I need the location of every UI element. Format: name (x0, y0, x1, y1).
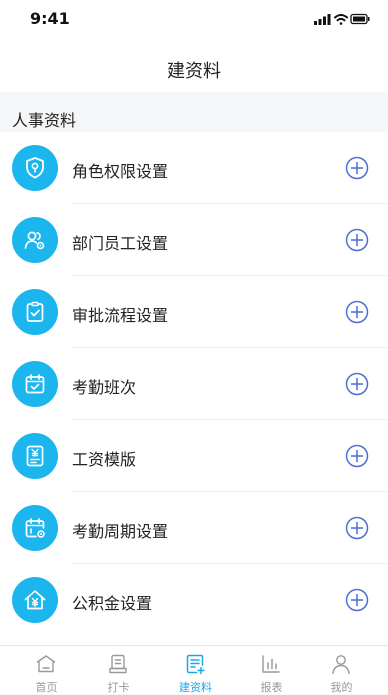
list-item-label: 审批流程设置 (72, 306, 169, 325)
status-icons (314, 12, 370, 26)
add-circle-icon[interactable] (345, 156, 369, 180)
page-title: 建资料 (167, 61, 221, 82)
list-item-label: 工资模版 (72, 450, 137, 469)
icon-badge (12, 217, 58, 263)
add-circle-icon[interactable] (345, 372, 369, 396)
tab-home[interactable]: 首页 (8, 646, 85, 695)
salary-doc-icon (26, 445, 44, 467)
section-title: 人事资料 (12, 111, 77, 130)
list-item-label: 考勤班次 (72, 378, 137, 397)
bar-chart-icon (262, 655, 280, 673)
person-icon (332, 655, 350, 675)
tab-reports[interactable]: 报表 (233, 646, 310, 695)
list-item-salary-template[interactable]: 工资模版 (0, 420, 388, 492)
add-circle-icon[interactable] (345, 300, 369, 324)
add-circle-icon[interactable] (345, 228, 369, 252)
list-item-label: 考勤周期设置 (72, 522, 169, 541)
wifi-icon (334, 14, 348, 25)
icon-badge (12, 505, 58, 551)
list-item-label: 角色权限设置 (72, 162, 169, 181)
house-yen-icon (24, 590, 46, 610)
list-item-attendance-shift[interactable]: 考勤班次 (0, 348, 388, 420)
nav-bar: 建资料 (0, 40, 388, 92)
tab-label: 打卡 (107, 681, 130, 694)
settings-list: 角色权限设置 部门员工设置 审批流程设置 考勤班次 工资模版 考勤周期设置 公积… (0, 132, 388, 645)
calendar-check-icon (25, 374, 45, 394)
tab-label: 报表 (260, 681, 283, 694)
list-item-attendance-period[interactable]: 考勤周期设置 (0, 492, 388, 564)
list-item-role-permissions[interactable]: 角色权限设置 (0, 132, 388, 204)
document-add-icon (186, 654, 205, 675)
list-item-label: 公积金设置 (72, 594, 153, 613)
tab-label: 建资料 (179, 681, 212, 694)
status-bar: 9:41 (0, 0, 388, 40)
icon-badge (12, 433, 58, 479)
section-header: 人事资料 (0, 92, 388, 132)
clipboard-check-icon (26, 301, 44, 322)
tab-create-data[interactable]: 建资料 (157, 646, 234, 695)
add-circle-icon[interactable] (345, 444, 369, 468)
battery-icon (350, 13, 370, 25)
icon-badge (12, 289, 58, 335)
calendar-gear-icon (25, 518, 45, 538)
list-item-approval-flow[interactable]: 审批流程设置 (0, 276, 388, 348)
tab-punch[interactable]: 打卡 (80, 646, 157, 695)
punch-card-icon (109, 654, 127, 674)
icon-badge (12, 577, 58, 623)
tab-bar: 首页 打卡 建资料 报表 我的 (0, 645, 388, 694)
icon-badge (12, 145, 58, 191)
icon-badge (12, 361, 58, 407)
tab-label: 我的 (330, 681, 353, 694)
add-circle-icon[interactable] (345, 516, 369, 540)
status-time: 9:41 (30, 9, 70, 28)
list-item-housing-fund[interactable]: 公积金设置 (0, 564, 388, 636)
list-item-department-staff[interactable]: 部门员工设置 (0, 204, 388, 276)
list-item-label: 部门员工设置 (72, 234, 169, 253)
add-circle-icon[interactable] (345, 588, 369, 612)
tab-profile[interactable]: 我的 (303, 646, 380, 695)
tab-label: 首页 (35, 681, 58, 694)
signal-icon (314, 14, 331, 25)
users-gear-icon (24, 231, 45, 250)
home-icon (36, 655, 56, 673)
shield-icon (26, 157, 44, 179)
